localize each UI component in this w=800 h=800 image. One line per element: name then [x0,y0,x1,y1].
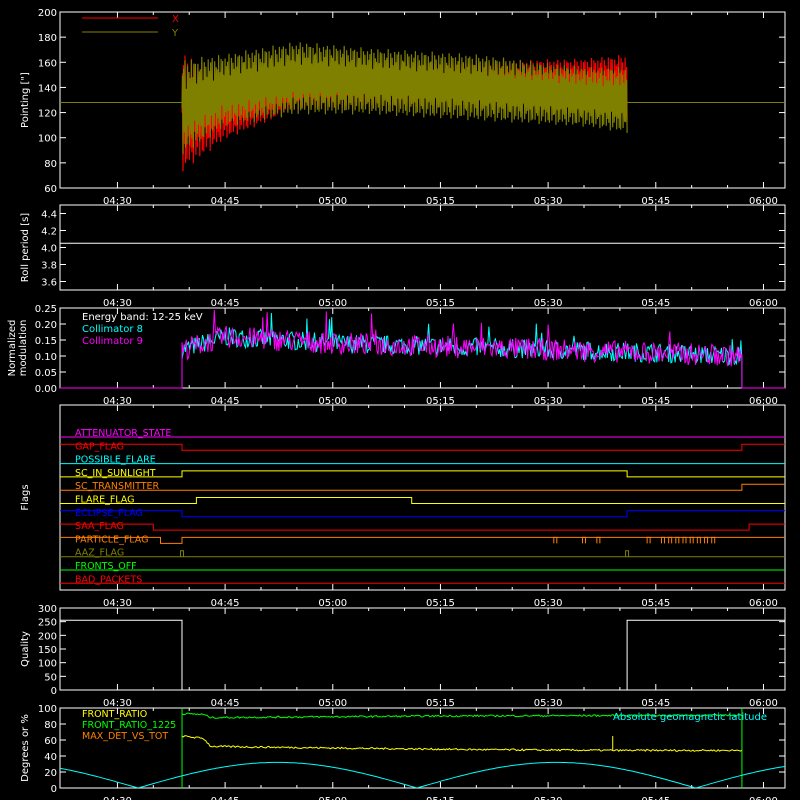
legend-label-x: X [172,14,179,25]
x-tick-label: 04:45 [211,698,240,709]
y-tick-label: 0 [51,784,57,795]
legend-label-modulation-1: Collimator 8 [82,324,143,335]
x-tick-label: 05:15 [426,598,455,609]
y-tick-label: 0.00 [35,384,57,395]
x-tick-label: 04:30 [103,796,132,800]
y-tick-label: 100 [38,704,57,715]
y-tick-label: 0.05 [35,368,57,379]
x-tick-label: 04:30 [103,598,132,609]
y-tick-label: 100 [38,134,57,145]
x-tick-label: 05:45 [641,298,670,309]
x-tick-label: 05:30 [534,298,563,309]
x-tick-label: 06:00 [749,698,778,709]
x-tick-label: 06:00 [749,298,778,309]
y-tick-label: 200 [38,631,57,642]
x-tick-label: 05:15 [426,796,455,800]
y-tick-label: 60 [44,736,57,747]
x-tick-label: 05:15 [426,698,455,709]
y-axis-label: Degrees or % [20,714,31,782]
y-tick-label: 0 [51,686,57,697]
legend-label-modulation-0: Energy band: 12-25 keV [82,312,203,323]
y-axis-label: Pointing ["] [20,72,31,128]
y-tick-label: 80 [44,159,57,170]
x-tick-label: 05:45 [641,598,670,609]
x-tick-label: 05:30 [534,796,563,800]
y-tick-label: 60 [44,184,57,195]
y-tick-label: 150 [38,645,57,656]
y-tick-label: 0.15 [35,336,57,347]
y-tick-label: 4.4 [41,210,57,221]
x-tick-label: 05:30 [534,598,563,609]
y-tick-label: 160 [38,58,57,69]
y-tick-label: 120 [38,109,57,120]
x-tick-label: 05:45 [641,796,670,800]
y-axis-label: Flags [20,484,31,510]
legend-label-y: Y [171,28,179,39]
y-axis-label: Normalizedmodulation [7,320,29,377]
flag-label-eclipse-flag: ECLIPSE_FLAG [75,508,143,519]
y-tick-label: 0.20 [35,320,57,331]
y-tick-label: 0.25 [35,304,57,315]
y-tick-label: 20 [44,768,57,779]
y-tick-label: 3.6 [41,278,57,289]
y-tick-label: 4.2 [41,227,57,238]
y-tick-label: 140 [38,83,57,94]
x-tick-label: 04:45 [211,598,240,609]
y-tick-label: 180 [38,33,57,44]
flag-label-gap-flag: GAP_FLAG [75,441,124,452]
x-tick-label: 04:30 [103,298,132,309]
rhessi-quicklook-plot: 04:30 04:45 05:00 05:15 05:30 05:45 06:00 60 80 1… [0,0,800,800]
x-tick-label: 04:45 [211,298,240,309]
x-tick-label: 05:00 [318,796,347,800]
legend-label-degrees-0: FRONT_RATIO [82,709,147,720]
legend-label-degrees-1: FRONT_RATIO_1225 [82,720,176,731]
y-tick-label: 50 [44,672,57,683]
y-tick-label: 4.0 [41,244,57,255]
x-tick-label: 06:00 [749,796,778,800]
legend-label-degrees-2: MAX_DET_VS_TOT [82,731,168,742]
x-tick-label: 05:00 [318,298,347,309]
x-tick-label: 04:30 [103,698,132,709]
x-tick-label: 05:45 [641,698,670,709]
y-tick-label: 3.8 [41,261,57,272]
flag-label-saa-flag: SAA_FLAG [75,521,124,532]
y-tick-label: 200 [38,8,57,19]
x-tick-label: 05:15 [426,298,455,309]
y-tick-label: 100 [38,659,57,670]
x-tick-label: 06:00 [749,598,778,609]
x-tick-label: 05:00 [318,598,347,609]
y-tick-label: 80 [44,720,57,731]
x-tick-label: 05:30 [534,698,563,709]
y-tick-label: 300 [38,604,57,615]
y-tick-label: 40 [44,752,57,763]
y-tick-label: 0.10 [35,352,57,363]
y-axis-label: Roll period [s] [20,213,31,282]
y-axis-label: Quality [20,631,31,667]
x-tick-label: 05:00 [318,698,347,709]
flag-label-particle-flag: PARTICLE_FLAG [75,534,148,545]
legend-label-modulation-2: Collimator 9 [82,336,143,347]
y-tick-label: 250 [38,618,57,629]
x-tick-label: 04:45 [211,796,240,800]
geomagnetic-latitude-label: Absolute geomagnetic latitude [613,712,767,723]
